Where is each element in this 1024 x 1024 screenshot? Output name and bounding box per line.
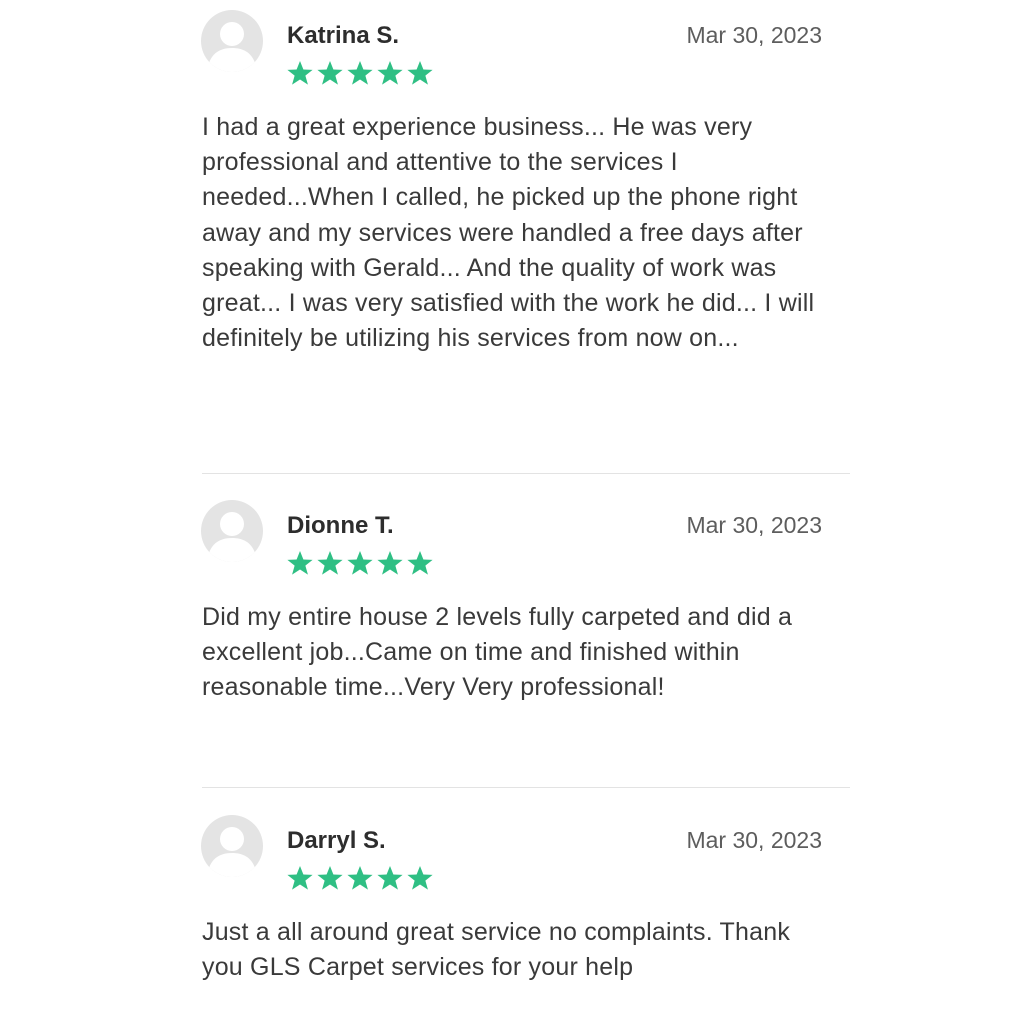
star-icon — [317, 551, 343, 575]
divider — [202, 473, 850, 474]
star-icon — [407, 866, 433, 890]
star-rating — [286, 865, 434, 892]
review-card: Darryl S. Mar 30, 2023 Just a all around… — [0, 815, 1024, 1015]
star-icon — [377, 61, 403, 85]
review-date: Mar 30, 2023 — [686, 827, 822, 853]
star-rating — [286, 550, 434, 577]
star-icon — [407, 61, 433, 85]
star-icon — [347, 866, 373, 890]
review-text: Did my entire house 2 levels fully carpe… — [202, 603, 793, 702]
star-icon — [407, 551, 433, 575]
person-placeholder-icon — [207, 512, 257, 562]
review-card: Katrina S. Mar 30, 2023 I had a great ex… — [0, 10, 1024, 450]
avatar — [201, 815, 263, 877]
star-icon — [287, 866, 313, 890]
reviewer-name: Dionne T. — [287, 512, 394, 539]
person-placeholder-icon — [207, 22, 257, 72]
star-icon — [317, 61, 343, 85]
star-icon — [287, 61, 313, 85]
review-date: Mar 30, 2023 — [686, 512, 822, 538]
star-icon — [347, 551, 373, 575]
avatar — [201, 10, 263, 72]
reviewer-name: Katrina S. — [287, 22, 400, 49]
star-icon — [287, 551, 313, 575]
reviewer-name: Darryl S. — [287, 827, 386, 854]
person-placeholder-icon — [207, 827, 257, 877]
star-icon — [347, 61, 373, 85]
star-icon — [377, 551, 403, 575]
review-text: Just a all around great service no compl… — [202, 918, 791, 982]
avatar — [201, 500, 263, 562]
review-card: Dionne T. Mar 30, 2023 Did my entire hou… — [0, 500, 1024, 760]
star-icon — [317, 866, 343, 890]
divider — [202, 787, 850, 788]
star-icon — [377, 866, 403, 890]
star-rating — [286, 60, 434, 87]
review-date: Mar 30, 2023 — [686, 22, 822, 48]
review-text: I had a great experience business... He … — [202, 113, 815, 353]
